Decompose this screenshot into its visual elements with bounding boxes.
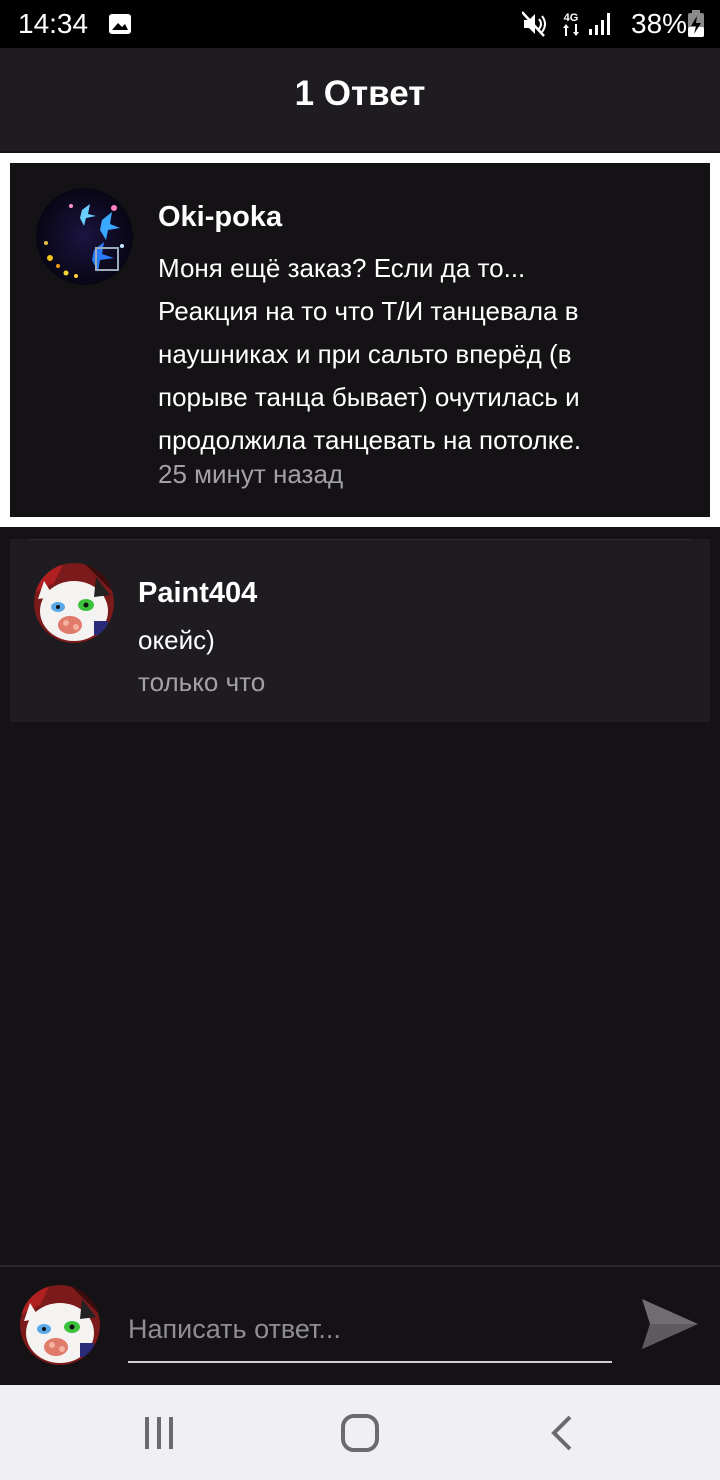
signal-icon: [589, 13, 610, 35]
recent-apps-icon[interactable]: [139, 1413, 179, 1453]
gallery-icon: [109, 14, 131, 34]
author-avatar[interactable]: [36, 188, 133, 285]
parent-comment[interactable]: Oki-poka Моня ещё заказ? Если да то... Р…: [10, 163, 710, 517]
page-title: 1 Ответ: [294, 74, 426, 113]
reply-author-name[interactable]: Paint404: [138, 577, 257, 610]
current-user-avatar: [20, 1285, 100, 1365]
network-4g-icon: 4G: [563, 12, 579, 36]
author-name[interactable]: Oki-poka: [158, 201, 282, 234]
divider: [30, 539, 690, 540]
reply-thread-screen: 14:34 4G 38% 1 Ответ Oki-poka Моня ещё з…: [0, 0, 720, 1480]
send-icon[interactable]: [638, 1295, 700, 1353]
back-icon[interactable]: [542, 1413, 582, 1453]
status-time: 14:34: [18, 8, 89, 39]
reply-author-avatar[interactable]: [34, 563, 114, 643]
reply-text: окейс): [138, 625, 215, 655]
svg-text:4G: 4G: [564, 12, 579, 24]
comment-text: Моня ещё заказ? Если да то... Реакция на…: [158, 253, 582, 455]
comment-timestamp: 25 минут назад: [158, 459, 344, 489]
status-bar: 14:34 4G 38%: [0, 0, 720, 48]
reply-comment[interactable]: Paint404 окейс) только что: [10, 539, 710, 722]
system-nav-bar: [0, 1385, 720, 1480]
reply-composer: [0, 1265, 720, 1385]
battery-percentage: 38%: [631, 8, 688, 39]
parent-comment-card: Oki-poka Моня ещё заказ? Если да то... Р…: [0, 153, 720, 527]
battery-charging-icon: [688, 10, 704, 37]
reply-timestamp: только что: [138, 667, 266, 697]
app-header: 1 Ответ: [0, 48, 720, 151]
home-icon[interactable]: [340, 1413, 380, 1453]
mute-icon: [522, 11, 546, 37]
reply-input[interactable]: [128, 1297, 612, 1363]
